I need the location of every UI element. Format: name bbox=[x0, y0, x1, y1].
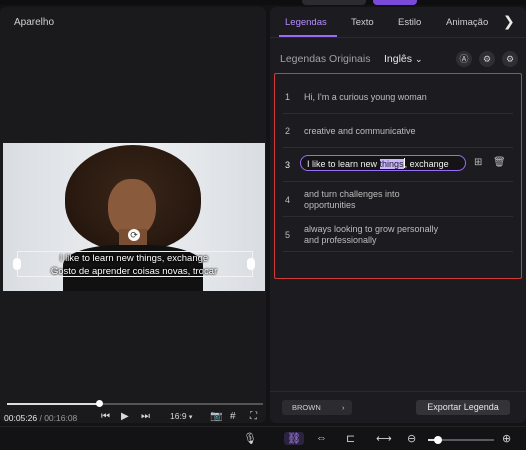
total-time: 00:16:08 bbox=[44, 413, 78, 423]
gear-icon[interactable]: ⚙ bbox=[479, 51, 495, 67]
subtitle-line-original: I like to learn new things, exchange bbox=[59, 253, 209, 264]
style-preset-button[interactable]: BROWN › bbox=[282, 400, 352, 415]
row-divider bbox=[283, 113, 513, 114]
prev-frame-icon[interactable]: ⏮ bbox=[101, 411, 110, 422]
grid-icon[interactable]: # bbox=[230, 411, 236, 422]
plus-icon[interactable]: ⊞ bbox=[474, 157, 482, 168]
video-preview[interactable]: ⟳ I like to learn new things, exchange G… bbox=[3, 143, 265, 291]
next-frame-icon[interactable]: ⏭ bbox=[141, 411, 150, 422]
export-subtitles-button[interactable]: Exportar Legenda bbox=[416, 400, 510, 415]
subtitle-editor-panel: Legendas Texto Estilo Animação ❯ Legenda… bbox=[270, 7, 526, 423]
playback-progress-fill bbox=[7, 403, 100, 405]
language-select[interactable]: Inglês ⌄ bbox=[384, 53, 423, 65]
bottom-toolbar: 🎙 ⛓ ⇔ ⊏ ⟷ ⊖ ⊕ bbox=[0, 426, 526, 450]
row-text-line1[interactable]: always looking to grow personally bbox=[304, 224, 438, 235]
style-preset-label: BROWN bbox=[292, 403, 321, 412]
tabs-divider bbox=[270, 37, 526, 38]
fit-icon[interactable]: ⟷ bbox=[376, 432, 392, 445]
chevron-down-icon: ⌄ bbox=[414, 54, 423, 64]
fullscreen-icon[interactable]: ⛶ bbox=[250, 411, 257, 422]
time-display: 00:05:26 / 00:16:08 bbox=[4, 413, 77, 423]
rotate-icon[interactable]: ⟳ bbox=[128, 229, 140, 241]
playback-scrubber[interactable] bbox=[96, 400, 104, 407]
row-number: 3 bbox=[285, 160, 291, 170]
zoom-in-icon[interactable]: ⊕ bbox=[502, 432, 511, 445]
tab-texto[interactable]: Texto bbox=[351, 17, 374, 28]
row-text[interactable]: creative and communicative bbox=[304, 126, 416, 137]
subtitle-line-translated: Gosto de aprender coisas novas, trocar bbox=[50, 266, 218, 277]
row-text-line1[interactable]: and turn challenges into bbox=[304, 189, 400, 200]
tab-estilo[interactable]: Estilo bbox=[398, 17, 421, 28]
ai-icon[interactable]: Ⓐ bbox=[456, 51, 472, 67]
aspect-ratio-value: 16:9 bbox=[170, 411, 187, 421]
row-divider bbox=[283, 216, 513, 217]
zoom-slider-knob[interactable] bbox=[433, 436, 442, 444]
aspect-ratio-select[interactable]: 16:9 ▾ bbox=[170, 411, 192, 421]
row-text[interactable]: Hi, I'm a curious young woman bbox=[304, 92, 427, 103]
playback-progress[interactable] bbox=[7, 400, 263, 407]
row-number: 1 bbox=[285, 92, 291, 102]
top-tab-purple[interactable] bbox=[373, 0, 417, 5]
camera-icon[interactable]: 📷 bbox=[210, 411, 222, 422]
player-title: Aparelho bbox=[14, 17, 55, 28]
edit-text-before: I like to learn new bbox=[307, 159, 380, 169]
top-tab-gray[interactable] bbox=[302, 0, 366, 5]
language-value: Inglês bbox=[384, 53, 413, 65]
tab-animacao[interactable]: Animação bbox=[446, 17, 488, 28]
trash-icon[interactable]: 🗑 bbox=[493, 157, 506, 168]
app-root: Aparelho ⟳ I like to learn new things, e… bbox=[0, 0, 526, 450]
row-number: 4 bbox=[285, 195, 291, 205]
top-strip bbox=[0, 0, 526, 5]
subtitle-edit-field[interactable]: I like to learn new things, exchange bbox=[300, 155, 466, 171]
settings-icon[interactable]: ⚙ bbox=[502, 51, 518, 67]
subtitle-list: 1 Hi, I'm a curious young woman 2 creati… bbox=[274, 73, 522, 279]
original-subtitles-label: Legendas Originais bbox=[280, 53, 371, 65]
panel-footer-divider bbox=[270, 391, 526, 392]
split-icon[interactable]: ⇔ bbox=[316, 432, 327, 444]
row-divider bbox=[283, 251, 513, 252]
player-panel: Aparelho ⟳ I like to learn new things, e… bbox=[0, 7, 266, 423]
chevron-right-icon: › bbox=[342, 403, 345, 412]
zoom-slider[interactable] bbox=[428, 436, 494, 444]
edit-text-selection: things bbox=[379, 159, 404, 169]
row-text-line2[interactable]: and professionally bbox=[304, 235, 377, 246]
row-number: 5 bbox=[285, 230, 291, 240]
edit-text-after: , exchange bbox=[404, 159, 449, 169]
chevron-down-icon: ▾ bbox=[188, 414, 193, 421]
tab-legendas[interactable]: Legendas bbox=[285, 17, 327, 28]
row-text-line2[interactable]: opportunities bbox=[304, 200, 356, 211]
link-icon[interactable]: ⛓ bbox=[284, 432, 304, 445]
zoom-out-icon[interactable]: ⊖ bbox=[407, 432, 416, 445]
microphone-icon[interactable]: 🎙 bbox=[243, 432, 257, 445]
subtitle-edit-text[interactable]: I like to learn new things, exchange bbox=[307, 158, 449, 169]
row-number: 2 bbox=[285, 126, 291, 136]
chevron-right-icon[interactable]: ❯ bbox=[503, 13, 515, 30]
trim-icon[interactable]: ⊏ bbox=[346, 432, 355, 445]
current-time: 00:05:26 bbox=[4, 413, 38, 423]
row-divider bbox=[283, 147, 513, 148]
row-divider bbox=[283, 181, 513, 182]
play-icon[interactable]: ▶ bbox=[121, 411, 129, 422]
